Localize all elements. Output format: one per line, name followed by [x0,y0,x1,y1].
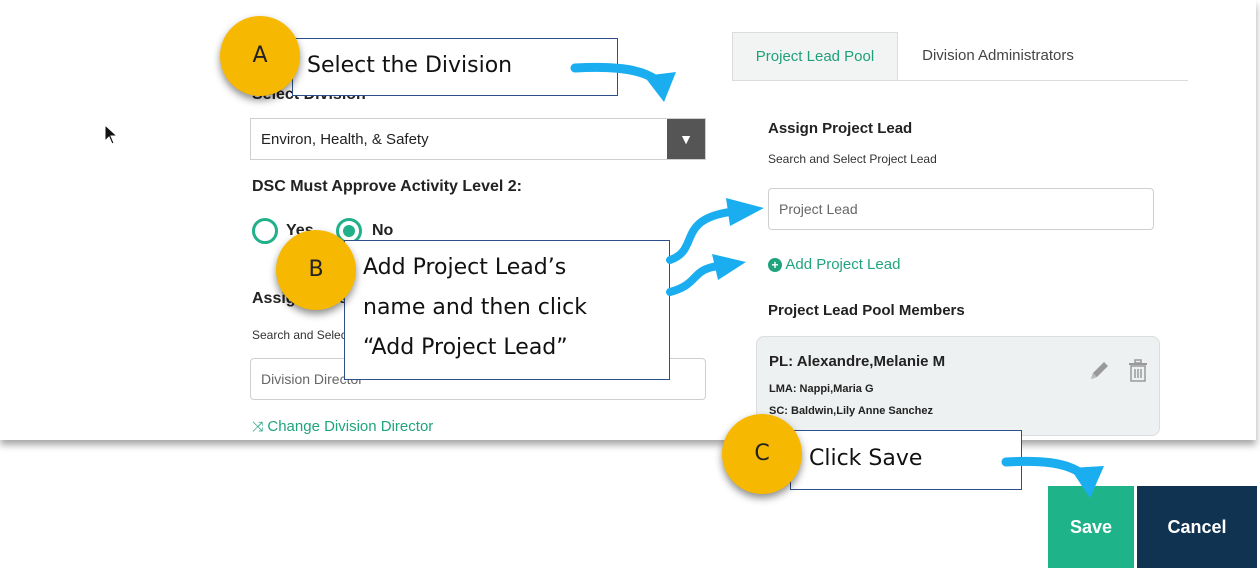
callout-a-box: Select the Division [292,38,618,96]
mouse-pointer-icon [104,124,119,145]
trash-icon[interactable] [1127,359,1149,383]
callout-b-box: Add Project Lead’s name and then click “… [344,240,670,380]
member-pl: PL: Alexandre,Melanie M [769,353,946,370]
pool-member-card: PL: Alexandre,Melanie M LMA: Nappi,Maria… [756,336,1160,436]
search-project-lead-label: Search and Select Project Lead [768,152,937,166]
pool-members-label: Project Lead Pool Members [768,302,965,319]
callout-c-box: Click Save [790,430,1022,490]
callout-c-text: Click Save [809,446,923,471]
callout-c-badge: C [722,414,802,494]
radio-no-label: No [372,222,394,239]
member-sc: SC: Baldwin,Lily Anne Sanchez [769,405,934,417]
division-select[interactable]: Environ, Health, & Safety ▼ [250,118,706,160]
project-lead-placeholder: Project Lead [779,201,858,217]
callout-a-badge: A [220,16,300,96]
change-director-link[interactable]: ⤨ Change Division Director [252,418,433,435]
tab-project-lead-pool[interactable]: Project Lead Pool [732,32,898,80]
shuffle-icon: ⤨ [252,418,264,434]
tab-division-administrators-label: Division Administrators [922,47,1074,64]
dsc-approve-label: DSC Must Approve Activity Level 2: [252,178,522,195]
radio-yes[interactable] [252,218,278,244]
callout-b-line1: Add Project Lead’s [363,255,567,280]
division-select-value: Environ, Health, & Safety [261,131,429,148]
pencil-icon[interactable] [1087,359,1111,383]
add-project-lead-link[interactable]: + Add Project Lead [768,256,900,273]
tab-project-lead-pool-label: Project Lead Pool [755,48,875,65]
add-project-lead-label: Add Project Lead [785,256,901,273]
save-button[interactable]: Save [1048,486,1134,568]
tab-division-administrators[interactable]: Division Administrators [898,32,1098,80]
member-lma: LMA: Nappi,Maria G [769,383,874,395]
change-director-label: Change Division Director [267,418,434,435]
callout-a-text: Select the Division [307,53,513,78]
project-lead-input[interactable]: Project Lead [768,188,1154,230]
callout-b-badge: B [276,230,356,310]
cancel-button[interactable]: Cancel [1137,486,1257,568]
callout-b-line3: “Add Project Lead” [363,335,568,360]
dropdown-arrow-icon[interactable]: ▼ [667,119,705,159]
plus-circle-icon: + [768,258,782,272]
assign-project-lead-label: Assign Project Lead [768,120,913,137]
callout-b-line2: name and then click [363,295,587,320]
